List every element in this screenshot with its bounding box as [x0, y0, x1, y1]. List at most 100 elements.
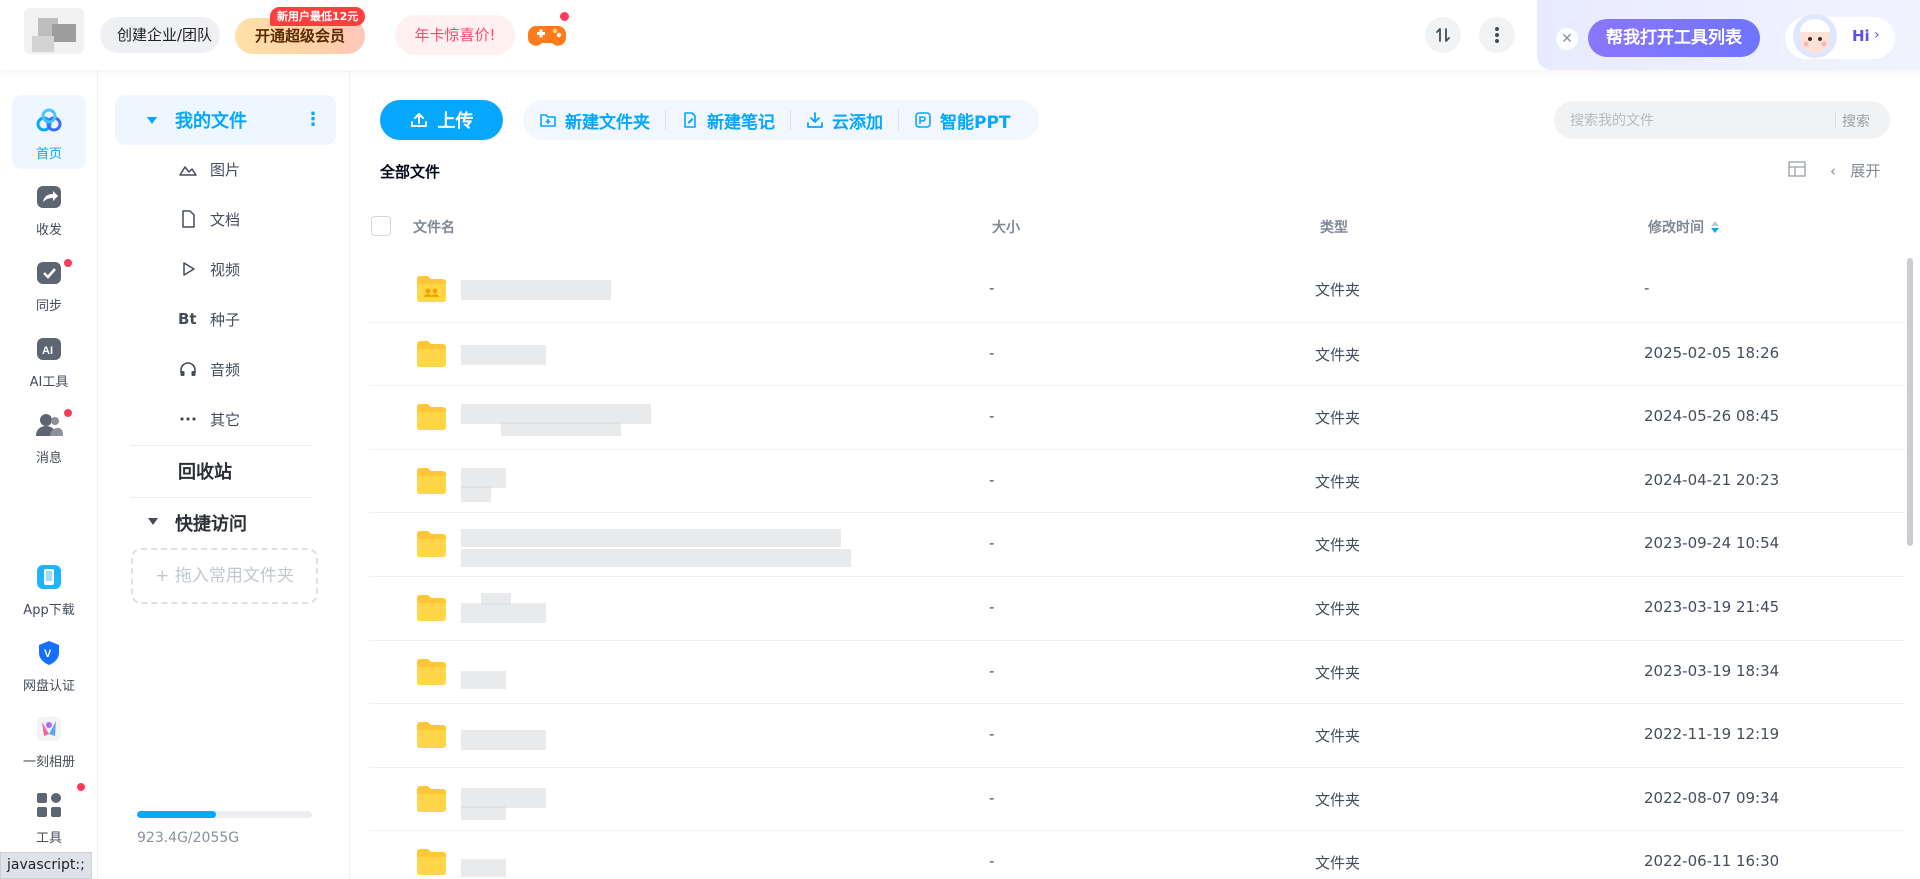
- sidebar-item-my-files[interactable]: 我的文件 ⋮: [115, 95, 336, 145]
- table-row[interactable]: - 文件夹 2022-11-19 12:19: [369, 703, 1905, 767]
- file-mtime: -: [1644, 279, 1650, 297]
- rail-item-app-download[interactable]: App下载: [12, 551, 86, 625]
- table-row[interactable]: - 文件夹 2022-06-11 16:30: [369, 830, 1905, 879]
- home-cloud-icon: [36, 108, 62, 132]
- vip-promo-badge: 新用户最低12元: [270, 7, 366, 26]
- message-icon: [36, 414, 63, 436]
- file-name-redacted[interactable]: [461, 593, 861, 623]
- redaction-block: [461, 730, 546, 751]
- search-button[interactable]: 搜索: [1842, 111, 1870, 131]
- storage-progress-bar: [137, 811, 312, 818]
- sort-desc-icon[interactable]: [1710, 221, 1720, 235]
- create-org-button[interactable]: 创建企业/团队: [100, 17, 220, 53]
- annual-offer-button[interactable]: 年卡惊喜价!: [395, 15, 515, 55]
- table-row[interactable]: - 文件夹 2023-03-19 18:34: [369, 639, 1905, 704]
- chevron-right-icon: ›: [1874, 27, 1880, 43]
- upload-label: 上传: [437, 111, 474, 132]
- new-note-icon: [684, 112, 696, 128]
- rail-item-share[interactable]: 收发: [12, 171, 86, 245]
- chevron-left-icon: ‹: [1830, 162, 1836, 180]
- audio-icon: [180, 362, 196, 376]
- file-name-redacted[interactable]: [461, 853, 861, 878]
- sidebar-item-torrents[interactable]: Bt 种子: [176, 299, 326, 339]
- transfer-button[interactable]: [1425, 17, 1461, 53]
- close-assistant-button[interactable]: ✕: [1556, 28, 1578, 50]
- new-note-button[interactable]: 新建笔记: [665, 110, 790, 133]
- file-name-redacted[interactable]: [461, 404, 861, 437]
- sidebar-divider: [130, 445, 312, 446]
- sidebar-item-images[interactable]: 图片: [176, 149, 326, 189]
- file-name-redacted[interactable]: [461, 663, 861, 689]
- sidebar-item-recycle-bin[interactable]: 回收站: [178, 458, 232, 484]
- file-size: -: [989, 343, 995, 362]
- rail-item-sync[interactable]: 同步: [12, 247, 86, 321]
- rail-item-album[interactable]: 一刻相册: [12, 703, 86, 777]
- file-name-redacted[interactable]: [461, 726, 861, 751]
- file-size: -: [989, 407, 995, 426]
- expand-arrow-icon[interactable]: [148, 518, 158, 525]
- table-row[interactable]: - 文件夹 -: [369, 258, 1905, 322]
- file-mtime: 2023-09-24 10:54: [1644, 534, 1780, 553]
- gamepad-icon[interactable]: [528, 20, 566, 50]
- column-header-name[interactable]: 文件名: [413, 217, 455, 237]
- redaction-block: [461, 485, 491, 502]
- more-vertical-icon[interactable]: ⋮: [303, 109, 323, 131]
- file-name-redacted[interactable]: [461, 529, 861, 568]
- file-name-redacted[interactable]: [461, 787, 861, 820]
- cloud-add-button[interactable]: 云添加: [790, 110, 898, 133]
- folder-icon: [417, 340, 446, 367]
- status-bar-url: javascript:;: [0, 852, 92, 879]
- shared-folder-icon: [417, 276, 446, 302]
- table-row[interactable]: - 文件夹 2023-09-24 10:54: [369, 512, 1905, 576]
- column-header-type[interactable]: 类型: [1320, 217, 1348, 237]
- drop-zone-favorite-folder[interactable]: + 拖入常用文件夹: [131, 548, 318, 604]
- more-vertical-icon: [1495, 27, 1499, 43]
- cloud-download-icon: [807, 112, 823, 128]
- table-row[interactable]: - 文件夹 2022-08-07 09:34: [369, 766, 1905, 831]
- search-divider: [1835, 111, 1836, 129]
- table-row[interactable]: - 文件夹 2024-04-21 20:23: [369, 448, 1905, 513]
- smart-ppt-button[interactable]: 智能PPT: [898, 110, 1026, 133]
- new-folder-button[interactable]: 新建文件夹: [523, 110, 665, 133]
- more-menu-button[interactable]: [1479, 17, 1515, 53]
- file-mtime: 2023-03-19 21:45: [1644, 598, 1780, 616]
- search-input[interactable]: [1570, 101, 1830, 139]
- document-icon: [182, 210, 195, 228]
- torrent-icon: Bt: [178, 310, 197, 328]
- open-tool-list-button[interactable]: 帮我打开工具列表: [1588, 19, 1760, 57]
- table-row[interactable]: - 文件夹 2025-02-05 18:26: [369, 321, 1905, 386]
- sidebar-item-others[interactable]: 其它: [176, 399, 326, 439]
- rail-item-ai-tools[interactable]: AI AI工具: [12, 323, 86, 397]
- upload-button[interactable]: 上传: [380, 100, 503, 140]
- expand-label: 展开: [1850, 162, 1881, 180]
- file-name-redacted[interactable]: [461, 467, 861, 502]
- breadcrumb: 全部文件: [380, 163, 441, 181]
- column-header-size[interactable]: 大小: [992, 217, 1020, 237]
- sidebar-item-videos[interactable]: 视频: [176, 249, 326, 289]
- column-header-mtime[interactable]: 修改时间: [1648, 217, 1720, 237]
- grid-view-icon[interactable]: [1788, 161, 1806, 177]
- folder-icon: [417, 658, 446, 685]
- user-avatar[interactable]: [24, 8, 84, 54]
- file-name-redacted[interactable]: [461, 280, 861, 302]
- rail-item-verify[interactable]: V 网盘认证: [12, 627, 86, 701]
- search-box: 搜索: [1554, 101, 1890, 139]
- sidebar-item-documents[interactable]: 文档: [176, 199, 326, 239]
- sidebar-item-audio[interactable]: 音频: [176, 349, 326, 389]
- table-row[interactable]: - 文件夹 2024-05-26 08:45: [369, 385, 1905, 449]
- file-name-redacted[interactable]: [461, 344, 861, 367]
- redaction-block: [461, 859, 506, 878]
- rail-item-messages[interactable]: 消息: [12, 399, 86, 473]
- sidebar-divider: [130, 497, 312, 498]
- redaction-block: [461, 467, 506, 488]
- rail-item-home[interactable]: 首页: [12, 95, 86, 169]
- column-header-mtime-label: 修改时间: [1648, 220, 1704, 236]
- scrollbar[interactable]: [1907, 258, 1913, 546]
- sidebar-item-label: 视频: [210, 261, 241, 279]
- expand-panel-button[interactable]: ‹ 展开: [1830, 160, 1880, 181]
- verify-icon: V: [39, 641, 59, 665]
- table-row[interactable]: - 文件夹 2023-03-19 21:45: [369, 576, 1905, 640]
- redaction-block: [461, 670, 506, 689]
- rail-item-tools[interactable]: 工具: [12, 779, 86, 853]
- expand-arrow-icon[interactable]: [147, 117, 157, 124]
